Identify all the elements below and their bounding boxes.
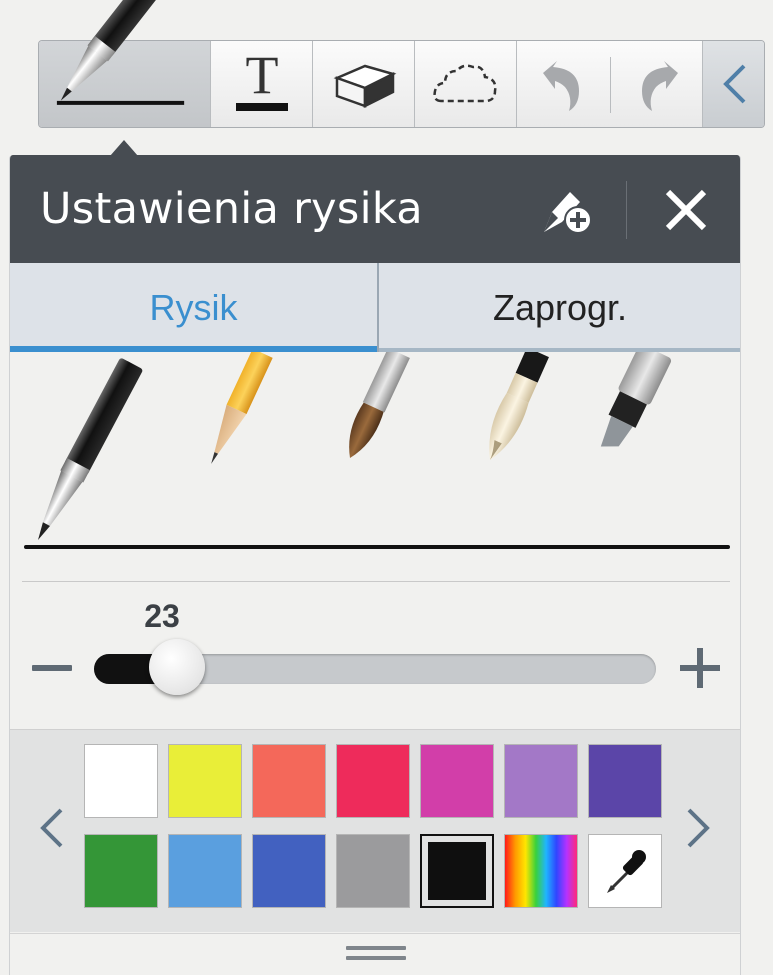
tab-pen[interactable]: Rysik bbox=[10, 263, 377, 352]
redo-tool-button[interactable] bbox=[611, 41, 703, 127]
eyedropper-button[interactable] bbox=[588, 834, 662, 908]
redo-icon bbox=[641, 61, 678, 111]
pen-size-value: 23 bbox=[144, 598, 180, 634]
pen-type-fountain-pen[interactable] bbox=[27, 357, 144, 546]
preview-separator bbox=[22, 581, 730, 582]
undo-icon bbox=[542, 61, 579, 111]
color-palette bbox=[10, 729, 740, 932]
text-tool-button[interactable]: T bbox=[211, 41, 313, 127]
collapse-toolbar-button[interactable] bbox=[703, 41, 764, 127]
panel-header: Ustawienia rysika bbox=[10, 155, 740, 263]
chevron-right-icon bbox=[687, 808, 710, 848]
panel-drag-handle[interactable] bbox=[10, 933, 740, 975]
slider-thumb[interactable] bbox=[148, 639, 205, 695]
minus-icon[interactable] bbox=[32, 665, 72, 671]
lasso-icon bbox=[432, 64, 497, 103]
pen-settings-panel: Ustawienia rysika Rysik Zaprogr. 23 bbox=[9, 155, 741, 975]
color-swatch-spectrum[interactable] bbox=[504, 834, 578, 908]
text-icon: T bbox=[235, 51, 288, 111]
color-swatch[interactable] bbox=[336, 834, 410, 908]
chevron-left-icon bbox=[722, 64, 745, 104]
tab-presets[interactable]: Zaprogr. bbox=[378, 263, 740, 352]
color-swatch[interactable] bbox=[84, 834, 158, 908]
pen-type-selector bbox=[27, 352, 673, 546]
header-divider bbox=[626, 181, 627, 239]
lasso-tool-button[interactable] bbox=[415, 41, 517, 127]
color-swatch[interactable] bbox=[252, 744, 326, 818]
palette-prev-button[interactable] bbox=[32, 798, 72, 858]
panel-pointer bbox=[110, 140, 138, 156]
plus-icon-vertical bbox=[697, 648, 703, 688]
stroke-preview bbox=[24, 545, 730, 549]
pen-tabs: Rysik Zaprogr. bbox=[10, 263, 740, 352]
color-swatch[interactable] bbox=[168, 744, 242, 818]
color-swatch[interactable] bbox=[84, 744, 158, 818]
panel-title: Ustawienia rysika bbox=[40, 184, 423, 234]
palette-next-button[interactable] bbox=[678, 798, 718, 858]
undo-tool-button[interactable] bbox=[517, 41, 610, 127]
pen-type-pencil[interactable] bbox=[201, 352, 273, 468]
color-swatch[interactable] bbox=[168, 834, 242, 908]
eraser-tool-button[interactable] bbox=[313, 41, 415, 127]
close-button[interactable] bbox=[658, 181, 714, 239]
color-swatch[interactable] bbox=[252, 834, 326, 908]
eraser-icon bbox=[333, 64, 396, 109]
chevron-left-icon bbox=[40, 808, 63, 848]
svg-text:T: T bbox=[245, 51, 278, 105]
close-icon bbox=[665, 189, 707, 231]
drag-handle-icon-line bbox=[346, 956, 406, 960]
color-swatch[interactable] bbox=[588, 744, 662, 818]
pen-type-chinese-brush[interactable] bbox=[478, 352, 551, 465]
drag-handle-icon bbox=[346, 946, 406, 950]
color-swatch[interactable] bbox=[420, 744, 494, 818]
eyedropper-icon bbox=[607, 850, 646, 893]
pen-type-brush[interactable] bbox=[339, 352, 410, 463]
color-swatch[interactable] bbox=[420, 834, 494, 908]
color-swatch[interactable] bbox=[336, 744, 410, 818]
pen-tool-graphic bbox=[60, 0, 169, 101]
add-pen-preset-icon bbox=[544, 192, 592, 234]
color-swatch[interactable] bbox=[504, 744, 578, 818]
pen-type-marker[interactable] bbox=[592, 352, 673, 458]
add-preset-button[interactable] bbox=[536, 181, 596, 239]
